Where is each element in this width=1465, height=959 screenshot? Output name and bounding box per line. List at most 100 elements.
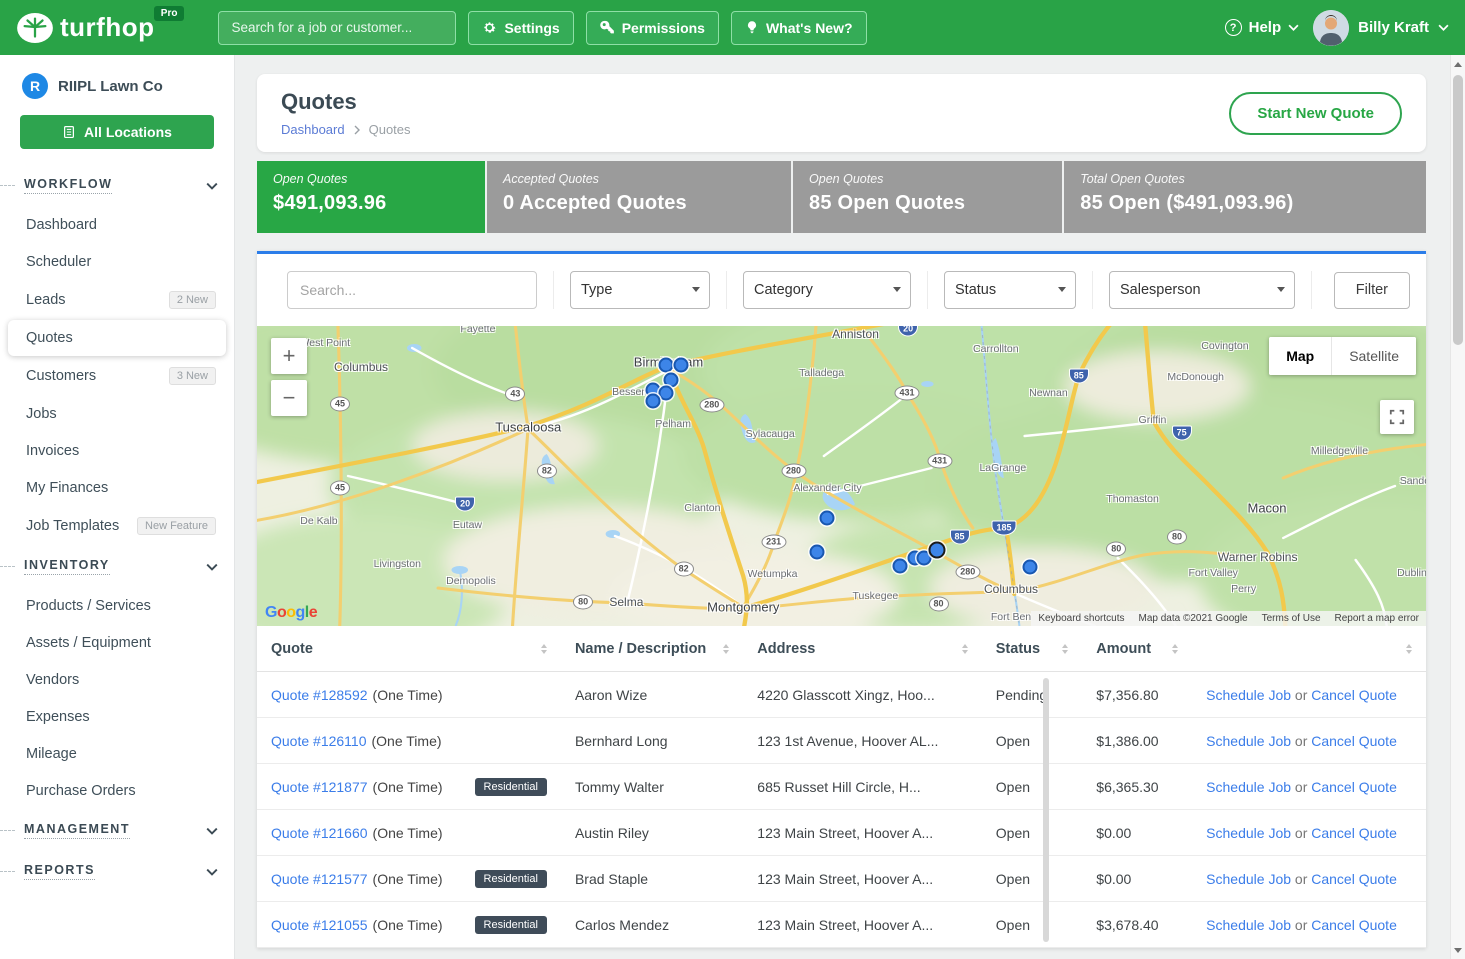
column-header-quote[interactable]: Quote	[257, 641, 561, 657]
sidebar-item-customers[interactable]: Customers 3 New	[8, 357, 226, 395]
fullscreen-button[interactable]	[1380, 400, 1414, 434]
sidebar-section-reports[interactable]: REPORTS	[0, 851, 234, 892]
map-marker[interactable]	[1022, 559, 1037, 574]
quote-link[interactable]: Quote #121055	[271, 917, 368, 933]
column-header-amount[interactable]: Amount	[1082, 641, 1192, 657]
sort-icon[interactable]	[723, 644, 729, 654]
map-marker[interactable]	[892, 559, 907, 574]
quotes-search-input[interactable]	[287, 271, 537, 309]
quote-link[interactable]: Quote #128592	[271, 687, 368, 703]
settings-button[interactable]: Settings	[468, 11, 573, 45]
terms-of-use-link[interactable]: Terms of Use	[1255, 613, 1328, 624]
sort-icon[interactable]	[1172, 644, 1178, 654]
filter-button[interactable]: Filter	[1334, 272, 1410, 309]
schedule-job-link[interactable]: Schedule Job	[1206, 779, 1291, 795]
cancel-quote-link[interactable]: Cancel Quote	[1311, 687, 1397, 703]
scroll-up-arrow[interactable]	[1451, 57, 1465, 71]
breadcrumb-dashboard[interactable]: Dashboard	[281, 122, 345, 137]
map-marker[interactable]	[674, 358, 689, 373]
map-marker[interactable]	[659, 385, 674, 400]
quote-link[interactable]: Quote #126110	[271, 733, 367, 749]
page-scrollbar[interactable]	[1450, 55, 1465, 959]
quote-link[interactable]: Quote #121660	[271, 825, 368, 841]
sidebar-item-jobs[interactable]: Jobs	[8, 396, 226, 432]
chevron-down-icon	[1288, 24, 1299, 31]
brand-logo[interactable]: turfhop Pro	[16, 12, 154, 44]
schedule-job-link[interactable]: Schedule Job	[1206, 825, 1291, 841]
cancel-quote-link[interactable]: Cancel Quote	[1311, 825, 1397, 841]
column-header-address[interactable]: Address	[743, 641, 981, 657]
zoom-out-button[interactable]: −	[271, 380, 307, 416]
schedule-job-link[interactable]: Schedule Job	[1206, 871, 1291, 887]
sidebar-item-assets-equipment[interactable]: Assets / Equipment	[8, 625, 226, 661]
column-header[interactable]	[1192, 644, 1426, 654]
sidebar-item-leads[interactable]: Leads 2 New	[8, 281, 226, 319]
salesperson-filter-select[interactable]: Salesperson	[1109, 271, 1295, 309]
map-place-label: Livingston	[374, 558, 421, 570]
amount: $0.00	[1082, 865, 1192, 893]
global-search-input[interactable]	[218, 11, 456, 45]
sidebar-item-dashboard[interactable]: Dashboard	[8, 207, 226, 243]
schedule-job-link[interactable]: Schedule Job	[1206, 917, 1291, 933]
sidebar-item-purchase-orders[interactable]: Purchase Orders	[8, 773, 226, 809]
satellite-view-button[interactable]: Satellite	[1331, 337, 1416, 375]
start-new-quote-button[interactable]: Start New Quote	[1229, 92, 1402, 135]
sidebar-section-inventory[interactable]: INVENTORY	[0, 546, 234, 587]
quote-link[interactable]: Quote #121877	[271, 779, 368, 795]
stat-label: Open Quotes	[273, 172, 469, 186]
keyboard-shortcuts-link[interactable]: Keyboard shortcuts	[1031, 613, 1131, 624]
zoom-in-button[interactable]: +	[271, 338, 307, 374]
report-map-error-link[interactable]: Report a map error	[1328, 613, 1426, 624]
status: Open	[982, 865, 1083, 893]
map-marker[interactable]	[646, 394, 661, 409]
sidebar-section-management[interactable]: MANAGEMENT	[0, 810, 234, 851]
table-scrollbar[interactable]	[1043, 678, 1049, 942]
sort-icon[interactable]	[541, 644, 547, 654]
quotes-map[interactable]: FayetteWest PointColumbusAnnistonCarroll…	[257, 326, 1426, 626]
sidebar-item-mileage[interactable]: Mileage	[8, 736, 226, 772]
cancel-quote-link[interactable]: Cancel Quote	[1311, 917, 1397, 933]
scrollbar-thumb[interactable]	[1453, 75, 1463, 345]
map-marker[interactable]	[929, 542, 946, 559]
help-menu[interactable]: ? Help	[1225, 19, 1300, 36]
user-menu[interactable]: Billy Kraft	[1313, 10, 1449, 46]
quote-link[interactable]: Quote #121577	[271, 871, 368, 887]
column-header-status[interactable]: Status	[982, 641, 1083, 657]
schedule-job-link[interactable]: Schedule Job	[1206, 687, 1291, 703]
sidebar-item-quotes[interactable]: Quotes	[8, 320, 226, 356]
map-place-label: Columbus	[334, 360, 388, 374]
map-marker[interactable]	[659, 358, 674, 373]
cancel-quote-link[interactable]: Cancel Quote	[1311, 733, 1397, 749]
sidebar-item-my-finances[interactable]: My Finances	[8, 470, 226, 506]
category-filter-select[interactable]: Category	[743, 271, 911, 309]
sidebar-item-expenses[interactable]: Expenses	[8, 699, 226, 735]
all-locations-button[interactable]: All Locations	[20, 115, 214, 149]
sidebar-item-scheduler[interactable]: Scheduler	[8, 244, 226, 280]
sidebar-item-invoices[interactable]: Invoices	[8, 433, 226, 469]
ledger-icon	[62, 125, 76, 139]
column-header-name-description[interactable]: Name / Description	[561, 641, 743, 657]
map-place-label: Macon	[1248, 501, 1287, 516]
map-place-label: Columbus	[984, 582, 1038, 596]
scroll-down-arrow[interactable]	[1451, 943, 1465, 957]
cancel-quote-link[interactable]: Cancel Quote	[1311, 871, 1397, 887]
sidebar-item-job-templates[interactable]: Job Templates New Feature	[8, 507, 226, 545]
map-marker[interactable]	[809, 544, 824, 559]
sidebar-section-workflow[interactable]: WORKFLOW	[0, 165, 234, 206]
status: Open	[982, 819, 1083, 847]
sort-icon[interactable]	[962, 644, 968, 654]
sidebar-item-products-services[interactable]: Products / Services	[8, 588, 226, 624]
permissions-button[interactable]: Permissions	[586, 11, 719, 45]
customer-name: Brad Staple	[561, 865, 743, 893]
sort-icon[interactable]	[1406, 644, 1412, 654]
map-place-label: Talladega	[799, 367, 844, 379]
sort-icon[interactable]	[1062, 644, 1068, 654]
sidebar-item-vendors[interactable]: Vendors	[8, 662, 226, 698]
map-view-button[interactable]: Map	[1269, 337, 1331, 375]
status-filter-select[interactable]: Status	[944, 271, 1076, 309]
type-filter-select[interactable]: Type	[570, 271, 710, 309]
whats-new-button[interactable]: What's New?	[731, 11, 867, 45]
map-marker[interactable]	[820, 511, 835, 526]
schedule-job-link[interactable]: Schedule Job	[1206, 733, 1291, 749]
cancel-quote-link[interactable]: Cancel Quote	[1311, 779, 1397, 795]
